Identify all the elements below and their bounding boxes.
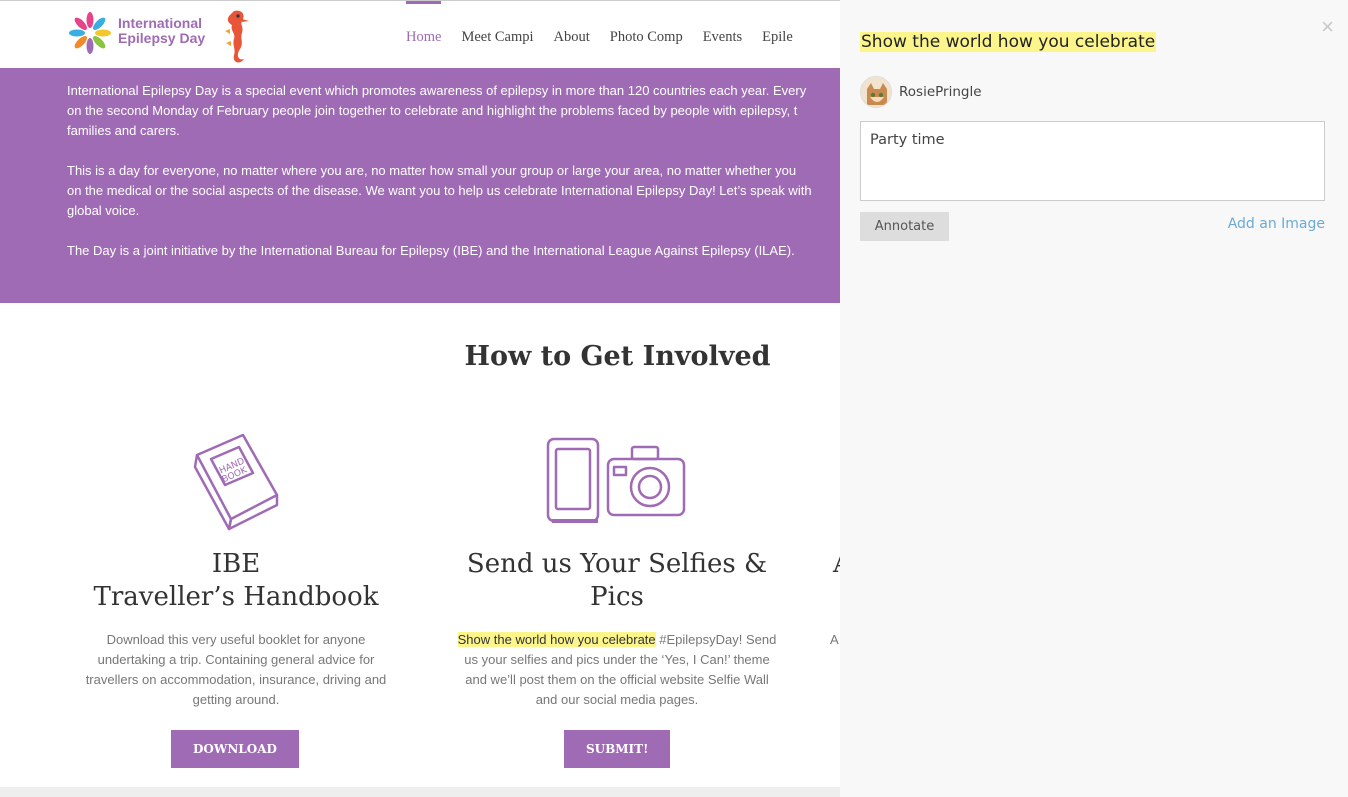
intro-p3-line-1: The Day is a joint initiative by the Int… — [67, 243, 795, 258]
intro-paragraph-3: The Day is a joint initiative by the Int… — [67, 241, 840, 261]
intro-p2-line-1: This is a day for everyone, no matter wh… — [67, 163, 797, 178]
annotation-panel: × Show the world how you celebrate Rosie… — [840, 0, 1348, 797]
selfies-description: Show the world how you celebrate #Epilep… — [457, 630, 777, 710]
main-nav: Home Meet Campi About Photo Comp Events … — [396, 1, 803, 69]
nav-about[interactable]: About — [544, 1, 600, 69]
nav-home[interactable]: Home — [396, 1, 451, 69]
add-image-link[interactable]: Add an Image — [1228, 216, 1325, 232]
logo-line-2: Epilepsy Day — [118, 30, 206, 46]
intro-p2-line-3: global voice. — [67, 203, 140, 218]
annotate-button[interactable]: Annotate — [860, 212, 949, 241]
intro-p1-line-2: on the second Monday of February people … — [67, 103, 798, 118]
intro-section: International Epilepsy Day is a special … — [0, 68, 840, 303]
phone-camera-icon — [546, 437, 686, 523]
intro-p1-line-3: families and carers. — [67, 123, 180, 138]
download-button[interactable]: DOWNLOAD — [171, 730, 299, 768]
avatar — [860, 76, 892, 108]
handbook-description: Download this very useful booklet for an… — [85, 632, 387, 707]
nav-events[interactable]: Events — [693, 1, 752, 69]
intro-paragraph-2: This is a day for everyone, no matter wh… — [67, 161, 840, 221]
username[interactable]: RosiePringle — [899, 84, 982, 100]
handbook-icon: HAND BOOK — [193, 433, 279, 531]
seahorse-mascot-icon — [225, 10, 249, 63]
annotation-user: RosiePringle — [860, 76, 982, 108]
intro-p1-line-1: International Epilepsy Day is a special … — [67, 83, 807, 98]
third-text-fragment: A — [830, 632, 839, 647]
intro-paragraph-1: International Epilepsy Day is a special … — [67, 81, 840, 141]
handbook-heading-line-2: Traveller’s Handbook — [93, 582, 379, 612]
logo-text: International Epilepsy Day — [118, 16, 205, 46]
nav-meet-campi[interactable]: Meet Campi — [451, 1, 543, 69]
logo-line-1: International — [118, 15, 203, 31]
cat-avatar-icon — [861, 77, 891, 107]
site-logo[interactable]: International Epilepsy Day — [66, 7, 256, 65]
annotated-highlight[interactable]: Show the world how you celebrate — [457, 632, 656, 647]
intro-p2-line-2: on the medical or the social aspects of … — [67, 183, 812, 198]
selfies-heading: Send us Your Selfies & Pics — [452, 548, 782, 614]
third-heading-fragment: A — [833, 548, 840, 581]
close-icon[interactable]: × — [1321, 16, 1334, 38]
selfies-heading-line-2: Pics — [590, 582, 644, 612]
nav-epilepsy-truncated[interactable]: Epile — [752, 1, 803, 69]
annotation-quote: Show the world how you celebrate — [860, 32, 1157, 52]
footer-strip — [0, 787, 840, 797]
intro-text: International Epilepsy Day is a special … — [67, 81, 840, 281]
submit-button[interactable]: SUBMIT! — [564, 730, 671, 768]
handbook-heading: IBE Traveller’s Handbook — [71, 548, 401, 614]
selfies-heading-line-1: Send us Your Selfies & — [466, 549, 768, 579]
nav-photo-comp[interactable]: Photo Comp — [600, 1, 693, 69]
annotation-comment-field[interactable]: Party time — [860, 121, 1325, 201]
flower-logo-icon — [69, 12, 111, 54]
section-title: How to Get Involved — [464, 341, 771, 372]
get-involved-section: How to Get Involved HAND BOOK IBE Travel… — [0, 303, 840, 797]
handbook-heading-line-1: IBE — [211, 549, 261, 579]
